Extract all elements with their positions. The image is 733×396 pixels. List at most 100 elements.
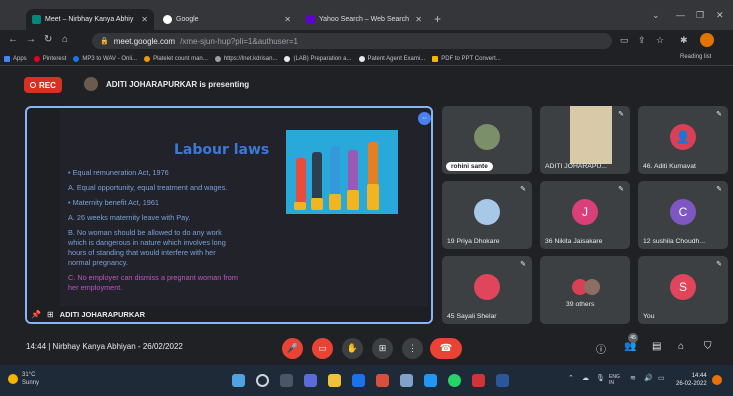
bookmark-item[interactable]: https://lnet.kdrisan... [214, 55, 277, 62]
windows-start-icon[interactable] [232, 374, 245, 387]
windows-taskbar: 31°C Sunny ⌃ ☁ 🎙 ENG IN ≋ 🔊 ▭ 14:44 26-02… [0, 365, 733, 396]
edge-icon[interactable] [352, 374, 365, 387]
participant-name: ADITI JOHARAPU... [545, 163, 607, 170]
chat-icon[interactable]: ▤ [652, 341, 661, 352]
mic-off-icon: ✎ [716, 111, 722, 118]
others-tile[interactable]: 39 others [540, 256, 630, 324]
cast-icon[interactable]: ▭ [620, 35, 629, 46]
apps-grid-icon [4, 55, 10, 62]
more-options-button[interactable]: ⋮ [402, 338, 423, 359]
participants-count-badge: 45 [628, 333, 638, 343]
address-bar[interactable]: 🔒 meet.google.com /xme-sjun-hup?pli=1&au… [92, 33, 612, 49]
camera-video [570, 106, 612, 164]
bookmarks-bar: Apps Pinterest MP3 to WAV - Onli... Plat… [0, 52, 733, 66]
camera-toggle-button[interactable]: ▭ [312, 338, 333, 359]
participant-tile[interactable]: ✎ 45 Sayali Shelar [442, 256, 532, 324]
bookmark-item[interactable]: Apps [4, 55, 27, 62]
meeting-info: 14:44 | Nirbhay Kanya Abhiyan - 26/02/20… [26, 342, 183, 351]
weather-widget[interactable]: 31°C Sunny [8, 371, 39, 387]
close-window-icon[interactable]: ✕ [716, 10, 724, 21]
close-icon[interactable]: ✕ [415, 15, 422, 24]
meet-control-bar: 14:44 | Nirbhay Kanya Abhiyan - 26/02/20… [0, 331, 733, 365]
file-explorer-icon[interactable] [328, 374, 341, 387]
volume-icon[interactable]: 🔊 [644, 374, 653, 382]
share-icon[interactable]: ⇪ [638, 35, 646, 46]
audio-icon [73, 55, 80, 62]
app-icon[interactable] [424, 374, 437, 387]
mic-off-icon: ✎ [618, 186, 624, 193]
word-icon[interactable] [496, 374, 509, 387]
bookmark-item[interactable]: PDF to PPT Convert... [432, 55, 501, 62]
host-controls-icon[interactable]: ⛉ [704, 341, 712, 352]
back-arrow-icon[interactable]: ← [8, 34, 18, 45]
bookmark-item[interactable]: Platelet count man... [144, 55, 208, 62]
forward-arrow-icon[interactable]: → [26, 34, 36, 45]
url-host: meet.google.com [113, 36, 176, 46]
app-icon[interactable] [472, 374, 485, 387]
pin-icon[interactable]: 📌 [31, 310, 41, 319]
activities-icon[interactable]: ⌂ [678, 341, 684, 352]
home-icon[interactable]: ⌂ [62, 34, 68, 45]
bookmark-item[interactable]: Patent Agent Exami... [358, 55, 425, 62]
participant-name: rohini sante [446, 162, 493, 171]
bookmark-item[interactable]: MP3 to WAV - Onli... [73, 55, 137, 62]
pdf-icon [432, 55, 439, 62]
wifi-icon[interactable]: ≋ [630, 374, 636, 382]
star-icon[interactable]: ☆ [656, 35, 664, 46]
reload-icon[interactable]: ↻ [44, 34, 52, 45]
participant-tile[interactable]: rohini sante [442, 106, 532, 174]
new-tab-icon[interactable]: + [434, 12, 441, 26]
present-button[interactable]: ⊞ [372, 338, 393, 359]
speaking-indicator-icon: ◦◦ [418, 112, 431, 125]
avatar [474, 273, 500, 300]
leave-call-button[interactable]: ☎ [430, 338, 462, 359]
search-icon[interactable] [256, 374, 269, 387]
close-icon[interactable]: ✕ [284, 15, 291, 24]
info-icon[interactable]: ⓘ [596, 341, 606, 356]
presenting-text: ADITI JOHARAPURKAR is presenting [106, 79, 250, 89]
presentation-footer: 📌 ⊞ ADITI JOHARAPURKAR [27, 306, 431, 322]
weather-desc: Sunny [22, 380, 40, 386]
recording-badge: REC [24, 77, 62, 93]
participant-tile[interactable]: J ✎ 36 Nikita Jaisakare [540, 181, 630, 249]
close-icon[interactable]: ✕ [141, 15, 148, 24]
language-indicator[interactable]: ENG IN [609, 374, 620, 386]
avatar [84, 77, 98, 91]
battery-icon[interactable]: ▭ [658, 374, 665, 382]
mic-icon[interactable]: 🎙 [596, 374, 605, 382]
meet-favicon-icon [32, 15, 41, 24]
tab-google[interactable]: Google ✕ [157, 9, 297, 30]
tab-yahoo[interactable]: Yahoo Search – Web Search ✕ [300, 9, 428, 30]
maximize-icon[interactable]: ❐ [696, 10, 704, 21]
notification-icon[interactable] [712, 375, 722, 385]
chevron-down-icon[interactable]: ⌄ [652, 10, 660, 21]
chevron-up-icon[interactable]: ⌃ [568, 374, 574, 382]
tab-label: Meet – Nirbhay Kanya Abhiy [45, 16, 134, 23]
sun-icon [8, 374, 18, 384]
reading-list[interactable]: Reading list [680, 54, 711, 60]
tab-meet[interactable]: Meet – Nirbhay Kanya Abhiy ✕ [26, 9, 154, 30]
participant-tile[interactable]: 👤 ✎ 46. Aditi Kumavat [638, 106, 728, 174]
photos-icon[interactable] [400, 374, 413, 387]
whatsapp-icon[interactable] [448, 374, 461, 387]
self-tile[interactable]: S ✎ You [638, 256, 728, 324]
mic-toggle-button[interactable]: 🎤 [282, 338, 303, 359]
teams-icon[interactable] [304, 374, 317, 387]
task-view-icon[interactable] [280, 374, 293, 387]
bookmark-item[interactable]: (LAB) Preparation a... [284, 55, 352, 62]
profile-avatar[interactable] [700, 33, 714, 47]
clock[interactable]: 14:44 26-02-2022 [676, 372, 707, 388]
cloud-icon[interactable]: ☁ [582, 374, 589, 382]
raise-hand-button[interactable]: ✋ [342, 338, 363, 359]
participant-tile[interactable]: C ✎ 12 sushila Choudh... [638, 181, 728, 249]
slide-text-line: her employment. [68, 283, 123, 292]
participant-tile[interactable]: ✎ ADITI JOHARAPU... [540, 106, 630, 174]
presentation-tile[interactable]: Labour laws • Equal remuneration Act, 19… [25, 106, 433, 324]
slide-text-line: C. No employer can dismiss a pregnant wo… [68, 273, 238, 282]
minimize-icon[interactable]: — [676, 10, 685, 20]
chrome-icon[interactable] [376, 374, 389, 387]
participant-name: 45 Sayali Shelar [447, 313, 497, 320]
extensions-icon[interactable]: ✱ [680, 35, 688, 46]
bookmark-item[interactable]: Pinterest [33, 55, 66, 62]
participant-tile[interactable]: ✎ 19 Priya Dhokare [442, 181, 532, 249]
